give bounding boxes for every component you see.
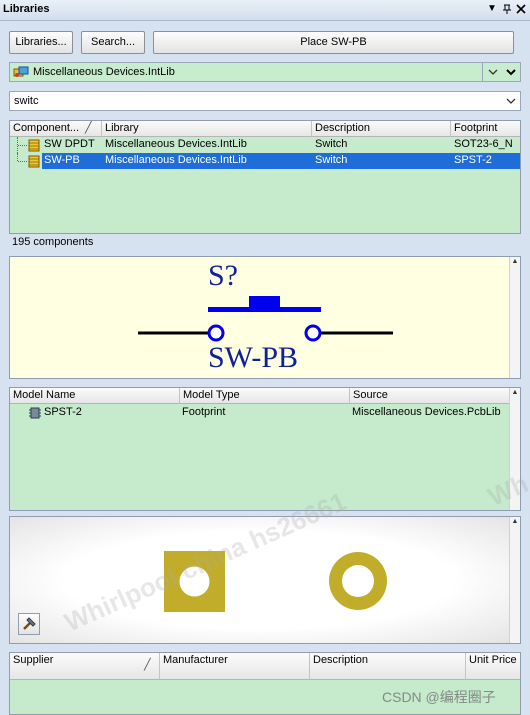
- scroll-up-icon[interactable]: ▲: [510, 257, 520, 267]
- column-header-unit-price[interactable]: Unit Price: [466, 653, 520, 680]
- column-header-footprint[interactable]: Footprint: [451, 121, 520, 137]
- search-button[interactable]: Search...: [81, 31, 145, 54]
- credit-watermark: CSDN @编程圈子: [382, 689, 496, 705]
- place-component-button[interactable]: Place SW-PB: [153, 31, 514, 54]
- column-header-description[interactable]: Description: [312, 121, 451, 137]
- column-header-model-name[interactable]: Model Name: [10, 388, 180, 404]
- component-row[interactable]: SW DPDT Miscellaneous Devices.IntLib Swi…: [10, 137, 520, 153]
- footprint-scrollbar[interactable]: ▲: [509, 517, 520, 643]
- component-count: 195 components: [12, 236, 94, 248]
- schematic-designator: S?: [208, 259, 238, 292]
- panel-title: Libraries: [3, 3, 50, 15]
- library-select-value: Miscellaneous Devices.IntLib: [33, 66, 175, 78]
- schematic-preview: S? SW-PB ▲: [9, 256, 521, 379]
- model-scrollbar[interactable]: ▲: [509, 388, 520, 510]
- libraries-button[interactable]: Libraries...: [9, 31, 73, 54]
- component-grid[interactable]: Component... ╱ Library Description Footp…: [9, 120, 521, 234]
- column-header-component[interactable]: Component... ╱: [10, 121, 102, 137]
- integrated-library-icon: [13, 66, 29, 82]
- scroll-up-icon[interactable]: ▲: [510, 388, 520, 398]
- chevron-down-icon[interactable]: [487, 66, 499, 81]
- panel-menu-icon[interactable]: ▼: [486, 3, 498, 15]
- filter-dropdown-icon[interactable]: [505, 95, 517, 110]
- column-header-source[interactable]: Source: [350, 388, 510, 404]
- hammer-icon[interactable]: [18, 613, 40, 635]
- footprint-drawing: [114, 551, 387, 612]
- scroll-up-icon[interactable]: ▲: [510, 517, 520, 527]
- component-row-selected[interactable]: SW-PB Miscellaneous Devices.IntLib Switc…: [10, 153, 520, 171]
- sort-icon: ╱: [144, 659, 151, 671]
- footprint-icon: [28, 406, 42, 423]
- column-header-library[interactable]: Library: [102, 121, 312, 137]
- column-header-supplier[interactable]: Supplier ╱: [10, 653, 160, 680]
- close-icon[interactable]: [515, 3, 527, 15]
- schematic-comment: SW-PB: [208, 341, 299, 374]
- sort-icon: ╱: [85, 122, 92, 134]
- column-header-description[interactable]: Description: [310, 653, 466, 680]
- schematic-scrollbar[interactable]: ▲: [509, 257, 520, 378]
- pin-icon[interactable]: [501, 3, 513, 15]
- panel-titlebar: Libraries ▼: [0, 0, 530, 21]
- library-dropdown-icon[interactable]: [505, 66, 517, 81]
- column-header-model-type[interactable]: Model Type: [180, 388, 350, 404]
- filter-input[interactable]: switc: [9, 91, 521, 111]
- library-select[interactable]: Miscellaneous Devices.IntLib: [9, 62, 521, 82]
- component-icon: [27, 155, 41, 171]
- filter-input-value: switc: [14, 95, 39, 107]
- model-grid[interactable]: Model Name Model Type Source SPST-2 Foot…: [9, 387, 521, 511]
- model-row[interactable]: SPST-2 Footprint Miscellaneous Devices.P…: [10, 405, 510, 421]
- column-header-manufacturer[interactable]: Manufacturer: [160, 653, 310, 680]
- footprint-preview: ▲: [9, 516, 521, 644]
